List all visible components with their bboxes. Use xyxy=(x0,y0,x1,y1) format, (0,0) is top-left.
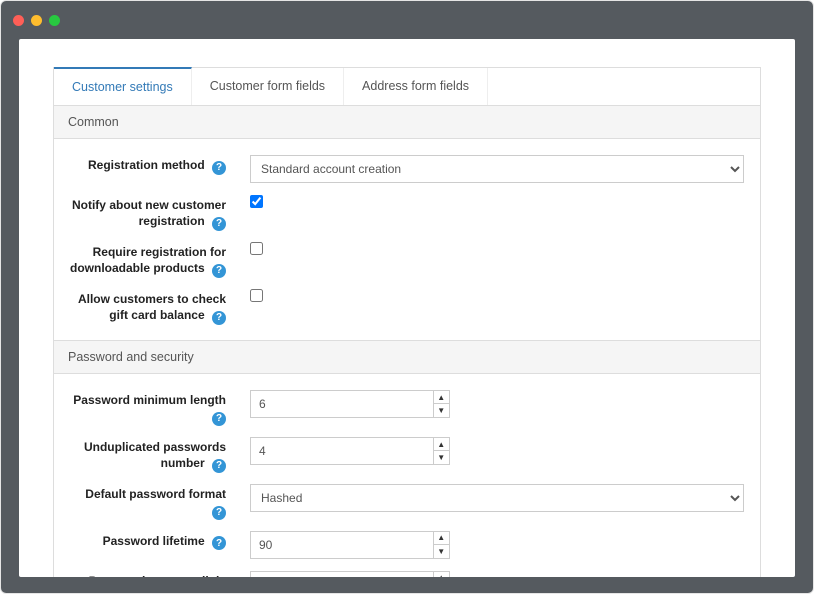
help-icon[interactable]: ? xyxy=(212,536,226,550)
help-icon[interactable]: ? xyxy=(212,311,226,325)
stepper-down-icon[interactable]: ▼ xyxy=(434,451,449,464)
tab-address-form-fields[interactable]: Address form fields xyxy=(344,68,488,105)
maximize-icon[interactable] xyxy=(49,15,60,26)
password-min-length-label: Password minimum length xyxy=(73,393,226,407)
help-icon[interactable]: ? xyxy=(212,217,226,231)
section-common-header: Common xyxy=(54,105,760,139)
stepper-down-icon[interactable]: ▼ xyxy=(434,545,449,558)
help-icon[interactable]: ? xyxy=(212,412,226,426)
stepper-up-icon[interactable]: ▲ xyxy=(434,532,449,546)
help-icon[interactable]: ? xyxy=(212,459,226,473)
password-min-length-input[interactable] xyxy=(251,391,433,417)
password-lifetime-label: Password lifetime xyxy=(103,534,205,548)
registration-method-label: Registration method xyxy=(88,158,205,172)
help-icon[interactable]: ? xyxy=(212,264,226,278)
password-lifetime-input[interactable] xyxy=(251,532,433,558)
minimize-icon[interactable] xyxy=(31,15,42,26)
default-password-format-label: Default password format xyxy=(85,487,226,501)
require-registration-dl-label: Require registration for downloadable pr… xyxy=(70,245,226,275)
section-password-header: Password and security xyxy=(54,340,760,374)
require-registration-dl-checkbox[interactable] xyxy=(250,242,263,255)
help-icon[interactable]: ? xyxy=(212,506,226,520)
stepper-up-icon[interactable]: ▲ xyxy=(434,572,449,577)
allow-gift-card-balance-checkbox[interactable] xyxy=(250,289,263,302)
stepper-up-icon[interactable]: ▲ xyxy=(434,391,449,405)
password-recovery-days-input[interactable] xyxy=(251,572,433,577)
help-icon[interactable]: ? xyxy=(212,161,226,175)
close-icon[interactable] xyxy=(13,15,24,26)
unduplicated-passwords-input[interactable] xyxy=(251,438,433,464)
registration-method-select[interactable]: Standard account creation xyxy=(250,155,744,183)
tab-customer-settings[interactable]: Customer settings xyxy=(54,67,192,105)
stepper-down-icon[interactable]: ▼ xyxy=(434,404,449,417)
unduplicated-passwords-label: Unduplicated passwords number xyxy=(84,440,226,470)
allow-gift-card-balance-label: Allow customers to check gift card balan… xyxy=(78,292,226,322)
notify-new-customer-label: Notify about new customer registration xyxy=(72,198,226,228)
notify-new-customer-checkbox[interactable] xyxy=(250,195,263,208)
tab-customer-form-fields[interactable]: Customer form fields xyxy=(192,68,344,105)
default-password-format-select[interactable]: Hashed xyxy=(250,484,744,512)
tab-bar: Customer settings Customer form fields A… xyxy=(53,67,761,105)
stepper-up-icon[interactable]: ▲ xyxy=(434,438,449,452)
password-recovery-days-label: Password recovery link. Days valid xyxy=(89,574,226,577)
window-titlebar xyxy=(1,1,813,39)
